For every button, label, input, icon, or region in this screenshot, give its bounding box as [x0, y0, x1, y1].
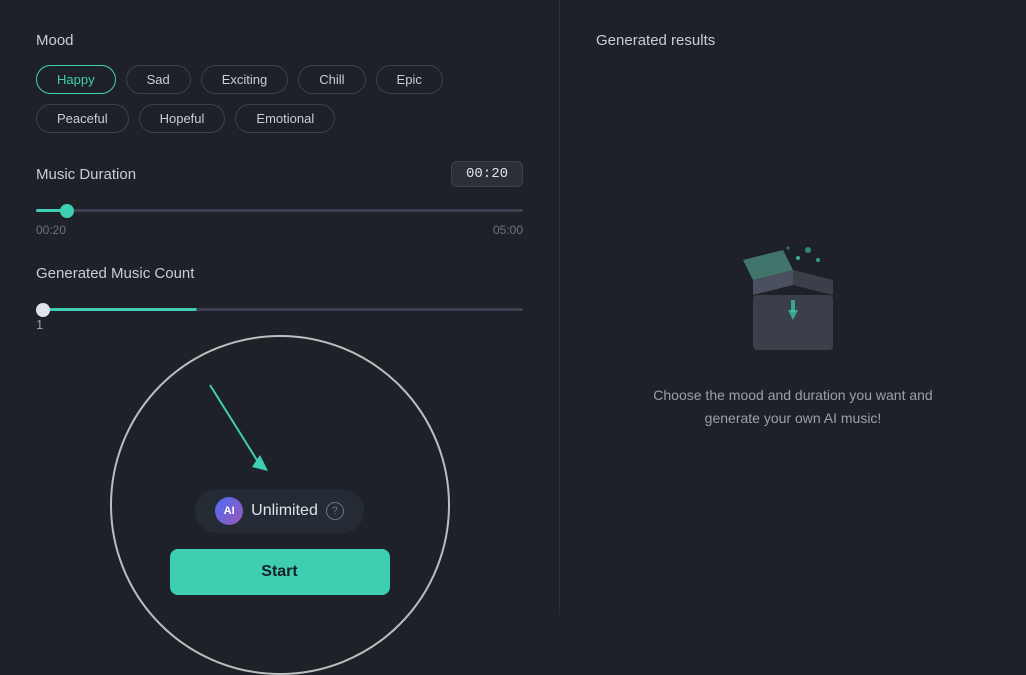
unlimited-badge: AI Unlimited ? — [195, 489, 364, 533]
ai-icon: AI — [215, 497, 243, 525]
mood-emotional[interactable]: Emotional — [235, 104, 335, 133]
mood-label: Mood — [36, 32, 523, 49]
empty-state: Choose the mood and duration you want an… — [596, 89, 990, 580]
duration-max: 05:00 — [493, 223, 523, 237]
empty-state-text: Choose the mood and duration you want an… — [653, 384, 933, 429]
unlimited-text: Unlimited — [251, 502, 318, 520]
start-button[interactable]: Start — [170, 549, 390, 595]
box-illustration — [733, 240, 853, 360]
duration-labels: 00:20 05:00 — [36, 223, 523, 237]
mood-grid: Happy Sad Exciting Chill Epic Peaceful H… — [36, 65, 523, 133]
mood-hopeful[interactable]: Hopeful — [139, 104, 226, 133]
duration-label: Music Duration — [36, 166, 136, 183]
arrow-container — [200, 375, 280, 490]
mood-sad[interactable]: Sad — [126, 65, 191, 94]
right-panel: Generated results Choose the mood and du… — [560, 0, 1026, 615]
mood-happy[interactable]: Happy — [36, 65, 116, 94]
duration-header: Music Duration 00:20 — [36, 161, 523, 187]
mood-chill[interactable]: Chill — [298, 65, 365, 94]
duration-slider[interactable] — [36, 209, 523, 212]
mood-section: Mood Happy Sad Exciting Chill Epic Peace… — [36, 32, 523, 133]
count-slider[interactable] — [36, 308, 523, 311]
duration-min: 00:20 — [36, 223, 66, 237]
mood-exciting[interactable]: Exciting — [201, 65, 289, 94]
mood-epic[interactable]: Epic — [376, 65, 443, 94]
left-panel: Mood Happy Sad Exciting Chill Epic Peace… — [0, 0, 560, 615]
generated-results-title: Generated results — [596, 32, 990, 49]
mood-peaceful[interactable]: Peaceful — [36, 104, 129, 133]
help-icon[interactable]: ? — [326, 502, 344, 520]
bottom-area: AI Unlimited ? Start — [0, 355, 559, 615]
count-value: 1 — [36, 317, 523, 332]
duration-display: 00:20 — [451, 161, 523, 187]
duration-section: Music Duration 00:20 00:20 05:00 — [36, 161, 523, 237]
count-section: Generated Music Count 1 — [36, 265, 523, 332]
count-label: Generated Music Count — [36, 265, 523, 282]
duration-slider-container — [36, 199, 523, 217]
arrow-icon — [200, 375, 280, 485]
